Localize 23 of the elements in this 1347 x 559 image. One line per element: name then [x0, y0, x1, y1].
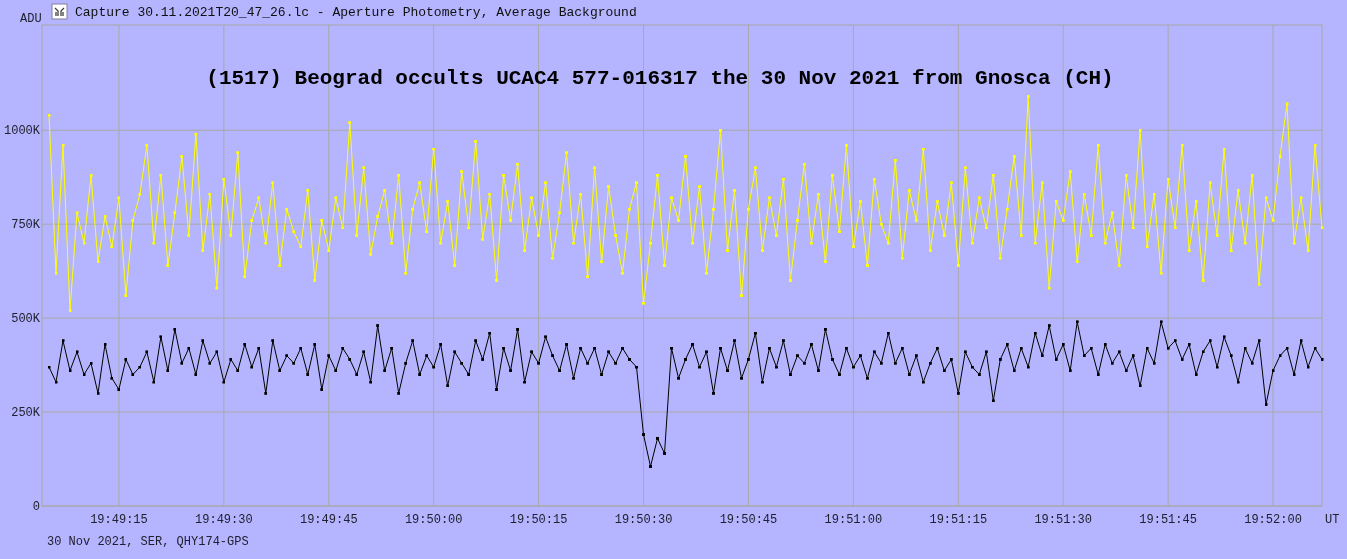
app-icon [51, 3, 68, 20]
axis-tick-label: 500K [11, 312, 40, 327]
footer-info: 30 Nov 2021, SER, QHY174-GPS [47, 535, 249, 549]
axis-tick-label: 19:50:00 [404, 513, 463, 527]
axis-tick-label: 19:51:45 [1139, 513, 1197, 527]
axis-tick-label: 250K [11, 406, 40, 421]
axis-tick-label: 19:50:15 [509, 513, 568, 527]
axis-tick-label: 0 [32, 500, 40, 514]
axis-tick-label: 19:51:15 [929, 513, 988, 527]
axis-tick-label: 19:49:15 [90, 513, 148, 527]
axis-tick-label: 1000K [4, 124, 40, 139]
window-title: Capture 30.11.2021T20_47_26.lc - Aperture Photometry, Average Background [75, 5, 637, 20]
axis-tick-label: 19:51:00 [824, 513, 883, 527]
axis-tick-label: 19:50:45 [719, 513, 778, 527]
chart-title: (1517) Beograd occults UCAC4 577-016317 the 30 Nov 2021 from Gnosca (CH) [206, 67, 1114, 90]
axis-tick-label: 19:50:30 [614, 513, 673, 527]
axis-label: UT [1325, 513, 1340, 527]
axis-tick-label: 19:51:30 [1034, 513, 1092, 527]
axis-tick-label: 19:49:30 [195, 513, 253, 527]
axis-tick-label: 19:52:00 [1244, 513, 1302, 527]
axis-label: ADU [20, 12, 42, 26]
axis-tick-label: 750K [11, 218, 40, 233]
axis-tick-label: 19:49:45 [299, 513, 358, 527]
